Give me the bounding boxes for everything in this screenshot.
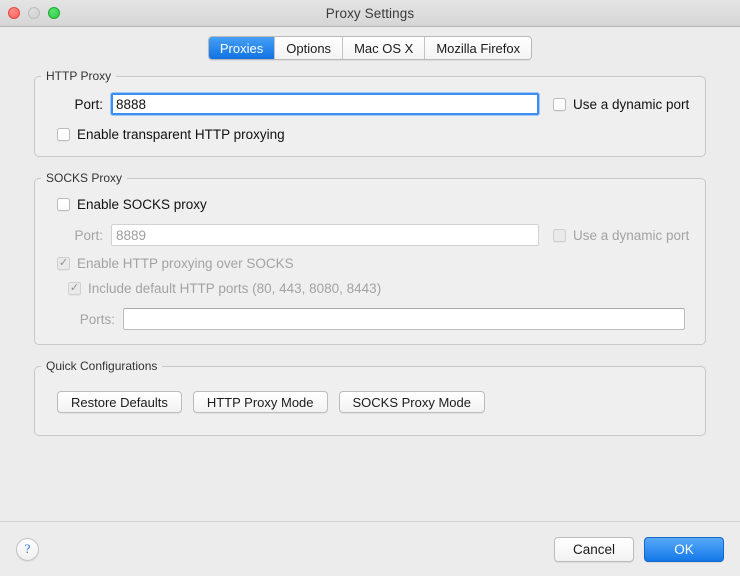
dialog-footer: ? Cancel OK	[0, 521, 740, 576]
http-proxy-group: HTTP Proxy Port: ✓ Use a dynamic port ✓ …	[34, 69, 706, 157]
http-port-label: Port:	[74, 96, 103, 112]
http-transparent-label: Enable transparent HTTP proxying	[77, 127, 285, 142]
restore-defaults-button[interactable]: Restore Defaults	[57, 391, 182, 413]
tab-proxies[interactable]: Proxies	[208, 37, 276, 59]
socks-dynamic-port-checkbox[interactable]: ✓ Use a dynamic port	[553, 228, 689, 243]
socks-ports-label: Ports:	[79, 311, 115, 327]
window-controls	[8, 7, 60, 19]
tab-mac-os-x[interactable]: Mac OS X	[343, 37, 426, 59]
ok-button[interactable]: OK	[644, 536, 724, 562]
http-dynamic-port-checkbox[interactable]: ✓ Use a dynamic port	[553, 97, 689, 112]
http-transparent-checkbox[interactable]: ✓ Enable transparent HTTP proxying	[57, 127, 285, 142]
checkbox-box-icon: ✓	[553, 228, 566, 242]
quick-configurations-group: Quick Configurations Restore Defaults HT…	[34, 359, 706, 436]
help-button[interactable]: ?	[16, 537, 39, 561]
socks-enable-checkbox[interactable]: ✓ Enable SOCKS proxy	[57, 197, 207, 212]
socks-port-input[interactable]	[111, 224, 539, 246]
socks-proxy-group: SOCKS Proxy ✓ Enable SOCKS proxy Port: ✓…	[34, 171, 706, 345]
minimize-button[interactable]	[28, 7, 40, 19]
quick-configurations-legend: Quick Configurations	[46, 359, 158, 373]
socks-http-over-socks-label: Enable HTTP proxying over SOCKS	[77, 256, 294, 271]
socks-enable-label: Enable SOCKS proxy	[77, 197, 207, 212]
http-proxy-legend: HTTP Proxy	[46, 69, 112, 83]
socks-default-ports-label: Include default HTTP ports (80, 443, 808…	[88, 281, 382, 296]
socks-http-over-socks-checkbox[interactable]: ✓ Enable HTTP proxying over SOCKS	[57, 256, 294, 271]
checkbox-box-icon: ✓	[57, 128, 70, 141]
socks-dynamic-port-label: Use a dynamic port	[573, 227, 690, 243]
http-port-field-wrap	[111, 93, 539, 115]
socks-default-ports-checkbox[interactable]: ✓ Include default HTTP ports (80, 443, 8…	[68, 281, 381, 296]
close-button[interactable]	[8, 7, 20, 19]
socks-port-label: Port:	[74, 227, 103, 243]
window-title: Proxy Settings	[325, 5, 415, 21]
tab-bar: Proxies Options Mac OS X Mozilla Firefox	[0, 27, 740, 69]
http-dynamic-port-label: Use a dynamic port	[573, 96, 690, 112]
checkbox-box-icon: ✓	[57, 198, 70, 211]
http-port-input[interactable]	[111, 93, 539, 115]
cancel-button[interactable]: Cancel	[554, 536, 634, 562]
tab-mozilla-firefox[interactable]: Mozilla Firefox	[425, 37, 532, 59]
tab-group: Proxies Options Mac OS X Mozilla Firefox	[207, 36, 533, 60]
settings-content: HTTP Proxy Port: ✓ Use a dynamic port ✓ …	[0, 69, 740, 436]
socks-proxy-legend: SOCKS Proxy	[46, 171, 123, 185]
zoom-button[interactable]	[48, 7, 60, 19]
tab-options[interactable]: Options	[275, 37, 344, 59]
checkbox-box-icon: ✓	[57, 257, 70, 270]
checkbox-box-icon: ✓	[553, 97, 566, 111]
window-titlebar: Proxy Settings	[0, 0, 740, 27]
http-proxy-mode-button[interactable]: HTTP Proxy Mode	[192, 391, 328, 413]
footer-actions: Cancel OK	[554, 536, 724, 562]
socks-proxy-mode-button[interactable]: SOCKS Proxy Mode	[338, 391, 486, 413]
socks-ports-input[interactable]	[123, 308, 685, 330]
checkbox-box-icon: ✓	[68, 282, 81, 295]
